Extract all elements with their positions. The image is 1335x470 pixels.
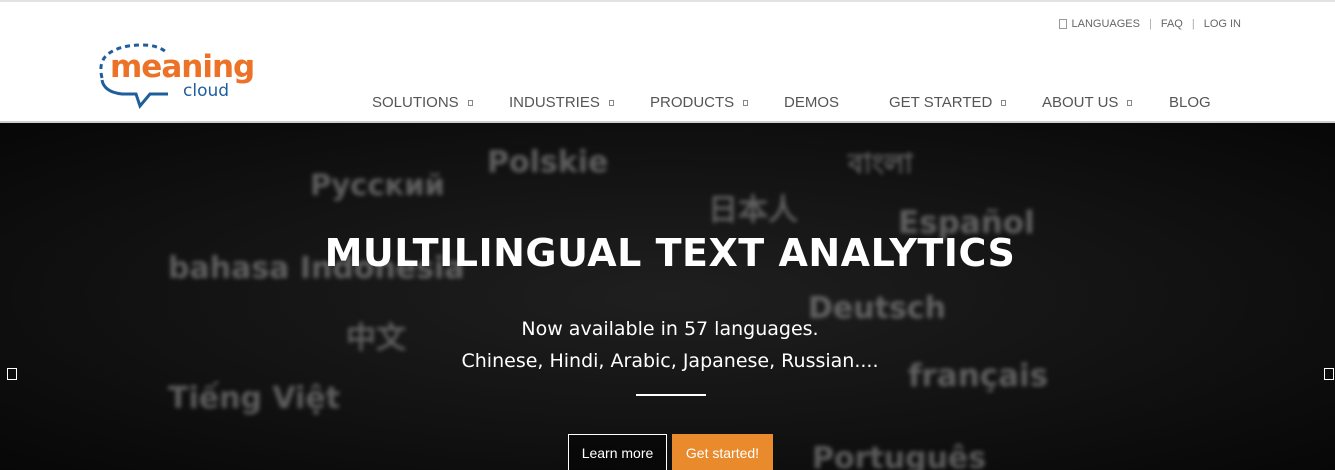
background-word: 日本人 — [708, 193, 798, 228]
background-word: Português — [812, 441, 987, 470]
languages-label: LANGUAGES — [1071, 18, 1140, 30]
slider-next-arrow-icon[interactable] — [1324, 368, 1334, 380]
site-header: meaning cloud LANGUAGES | FAQ | LOG IN S… — [0, 2, 1335, 121]
faq-link[interactable]: FAQ — [1161, 18, 1183, 30]
hero-divider — [636, 394, 706, 396]
hero-subtitle-line2: Chinese, Hindi, Arabic, Japanese, Russia… — [461, 350, 879, 372]
chevron-down-icon — [1001, 100, 1007, 106]
nav-label: ABOUT US — [1042, 93, 1119, 111]
logo-sub: cloud — [183, 81, 230, 101]
utility-nav: LANGUAGES | FAQ | LOG IN — [1058, 18, 1241, 30]
nav-label: SOLUTIONS — [372, 93, 459, 111]
chevron-down-icon — [743, 100, 749, 106]
nav-blog[interactable]: BLOG — [1169, 92, 1211, 112]
nav-demos[interactable]: DEMOS — [784, 92, 889, 112]
globe-icon — [1058, 19, 1067, 29]
nav-label: GET STARTED — [889, 93, 993, 111]
background-word: বাংলা — [848, 147, 913, 180]
separator: | — [1148, 18, 1152, 30]
nav-about-us[interactable]: ABOUT US — [1042, 92, 1169, 112]
hero-slider: Polskie Русский বাংলা 日本人 Español bahasa… — [0, 121, 1335, 470]
background-word: Tiếng Việt — [168, 381, 341, 416]
logo-word: meaning — [110, 49, 255, 85]
nav-label: BLOG — [1169, 93, 1211, 111]
background-word: Русский — [310, 168, 445, 202]
nav-products[interactable]: PRODUCTS — [650, 92, 784, 112]
meaningcloud-logo[interactable]: meaning cloud — [96, 42, 272, 112]
hero-title: MULTILINGUAL TEXT ANALYTICS — [324, 231, 1016, 275]
learn-more-button[interactable]: Learn more — [568, 434, 667, 470]
background-word: Polskie — [487, 145, 609, 180]
nav-solutions[interactable]: SOLUTIONS — [372, 92, 509, 112]
separator: | — [1191, 18, 1195, 30]
get-started-button[interactable]: Get started! — [672, 434, 773, 470]
chevron-down-icon — [608, 100, 614, 106]
hero-subtitle-line1: Now available in 57 languages. — [521, 318, 819, 340]
slider-prev-arrow-icon[interactable] — [7, 368, 17, 380]
chevron-down-icon — [1127, 100, 1133, 106]
nav-label: PRODUCTS — [650, 93, 735, 111]
nav-label: DEMOS — [784, 93, 840, 111]
nav-get-started[interactable]: GET STARTED — [889, 92, 1042, 112]
main-nav: SOLUTIONS INDUSTRIES PRODUCTS DEMOS GET … — [372, 92, 1211, 112]
chevron-down-icon — [467, 100, 473, 106]
languages-link[interactable]: LANGUAGES — [1058, 18, 1140, 30]
login-link[interactable]: LOG IN — [1204, 18, 1241, 30]
nav-label: INDUSTRIES — [509, 93, 600, 111]
nav-industries[interactable]: INDUSTRIES — [509, 92, 650, 112]
